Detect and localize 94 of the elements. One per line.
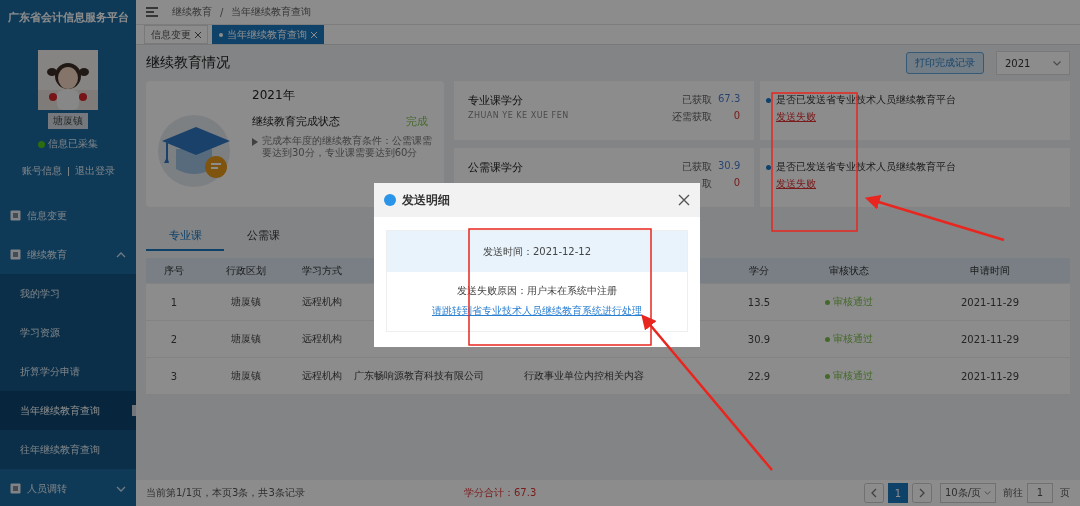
column-header: 序号 — [163, 263, 185, 278]
year-select[interactable]: 2021 — [996, 51, 1070, 75]
credit-title: 公需课学分 — [468, 160, 523, 175]
close-icon — [678, 194, 690, 206]
sidebar-subitem[interactable]: 往年继续教育查询 — [0, 430, 136, 469]
earned-value: 67.3 — [718, 93, 740, 106]
status-dot — [38, 140, 45, 148]
chevron-icon — [984, 491, 991, 495]
year-label: 2021年 — [252, 87, 296, 104]
next-page-icon — [911, 483, 932, 503]
bullet-dot — [766, 97, 771, 103]
earned-value: 30.9 — [718, 160, 740, 173]
column-header: 审核状态 — [828, 263, 870, 278]
page-input[interactable]: 1 — [1027, 483, 1053, 503]
triangle-icon — [252, 138, 258, 146]
goto-label: 前往 — [1003, 486, 1023, 500]
table-cell-text: 行政事业单位内控相关内容 — [524, 369, 645, 383]
requirement-note: 完成本年度的继续教育条件：公需课需要达到30分，专业课需要达到60分 — [262, 135, 433, 159]
chevron-icon — [1053, 60, 1061, 66]
remaining-value: 0 — [732, 110, 740, 123]
print-button[interactable]: 打印完成记录 — [906, 52, 984, 74]
previous-page-icon — [863, 483, 884, 503]
close-icon — [195, 31, 201, 38]
table-cell-text: 30.9 — [746, 333, 772, 345]
sidebar-subitem[interactable]: 折算学分申请 — [0, 352, 136, 391]
table-cell-text: 塘厦镇 — [230, 295, 262, 309]
breadcrumb-item: 当年继续教育查询 — [231, 5, 312, 19]
dialog-dot — [384, 194, 396, 206]
breadcrumb-separator: / — [220, 6, 224, 18]
page-tab[interactable]: 当年继续教育查询 — [212, 25, 324, 44]
status-text: 信息已采集 — [48, 137, 98, 151]
table-cell-text: 远程机构 — [301, 369, 343, 383]
table-cell-text: 2 — [169, 333, 179, 345]
remaining-label: 还需获取 — [672, 110, 712, 124]
breadcrumb-item[interactable]: 继续教育 — [172, 5, 212, 19]
menu-icon — [10, 249, 21, 260]
page-size-select[interactable]: 10条/页 — [939, 483, 996, 503]
page-unit: 页 — [1060, 486, 1070, 500]
column-header: 申请时间 — [969, 263, 1011, 278]
page-tab[interactable]: 信息变更 — [144, 25, 208, 44]
table-cell-text: 远程机构 — [301, 332, 343, 346]
table-cell-text: 2021-11-29 — [959, 296, 1021, 308]
page-title: 继续教育情况 — [146, 54, 230, 72]
table-cell-text: 13.5 — [746, 296, 772, 308]
sidebar-item[interactable]: 人员调转 — [0, 469, 136, 506]
sidebar-item[interactable]: 继续教育 — [0, 235, 136, 274]
status-dot — [825, 299, 830, 305]
send-failed-link[interactable]: 发送失败 — [776, 110, 816, 124]
sidebar-subitem[interactable]: 当年继续教育查询 — [0, 391, 136, 430]
logo-title: 广东省会计信息服务平台 — [7, 10, 129, 25]
close-icon — [311, 31, 317, 38]
sidebar-subitem[interactable]: 学习资源 — [0, 313, 136, 352]
table-cell-text: 远程机构 — [301, 295, 343, 309]
table-cell-text: 1 — [169, 296, 179, 308]
credit-title: 专业课学分 — [468, 93, 524, 108]
sidebar-item[interactable]: 信息变更 — [0, 196, 136, 235]
page-number[interactable]: 1 — [887, 483, 908, 503]
table-cell-text: 广东畅响源教育科技有限公司 — [354, 369, 485, 383]
status-label: 继续教育完成状态 — [252, 114, 340, 129]
dialog-title: 发送明细 — [402, 191, 451, 209]
credit-subtitle: ZHUAN YE KE XUE FEN — [468, 111, 569, 120]
send-failed-link[interactable]: 发送失败 — [776, 177, 816, 191]
status-dot — [825, 373, 830, 379]
user-name: 塘厦镇 — [48, 113, 88, 129]
table-cell-text: 2021-11-29 — [959, 333, 1021, 345]
table-cell-text: 塘厦镇 — [230, 332, 262, 346]
status-value: 完成 — [406, 114, 428, 129]
account-link[interactable]: 退出登录 — [74, 164, 115, 178]
menu-icon — [10, 210, 21, 221]
remaining-label: 取 — [702, 177, 712, 191]
page-summary: 当前第1/1页，本页3条，共3条记录 — [146, 486, 306, 500]
sidebar-subitem[interactable]: 我的学习 — [0, 274, 136, 313]
menu-icon — [10, 483, 21, 494]
review-status: 审核通过 — [833, 332, 873, 346]
earned-label: 已获取 — [682, 160, 712, 174]
credit-total: 学分合计：67.3 — [464, 486, 538, 500]
column-header: 学分 — [748, 263, 770, 278]
remaining-value: 0 — [732, 177, 740, 190]
account-link[interactable]: 账号信息 — [21, 164, 62, 178]
review-status: 审核通过 — [833, 369, 873, 383]
bullet-dot — [766, 164, 771, 170]
column-header: 行政区划 — [225, 263, 267, 278]
status-dot — [825, 336, 830, 342]
table-cell-text: 22.9 — [746, 370, 772, 382]
table-cell-text: 塘厦镇 — [230, 369, 262, 383]
course-tab[interactable]: 专业课 — [146, 223, 224, 251]
table-cell-text: 2021-11-29 — [959, 370, 1021, 382]
send-time: 发送时间：2021-12-12 — [482, 244, 592, 259]
earned-label: 已获取 — [682, 93, 712, 107]
course-tab[interactable]: 公需课 — [224, 223, 302, 251]
table-cell-text: 3 — [169, 370, 179, 382]
review-status: 审核通过 — [833, 295, 873, 309]
column-header: 学习方式 — [301, 263, 343, 278]
menu-icon — [146, 7, 158, 17]
